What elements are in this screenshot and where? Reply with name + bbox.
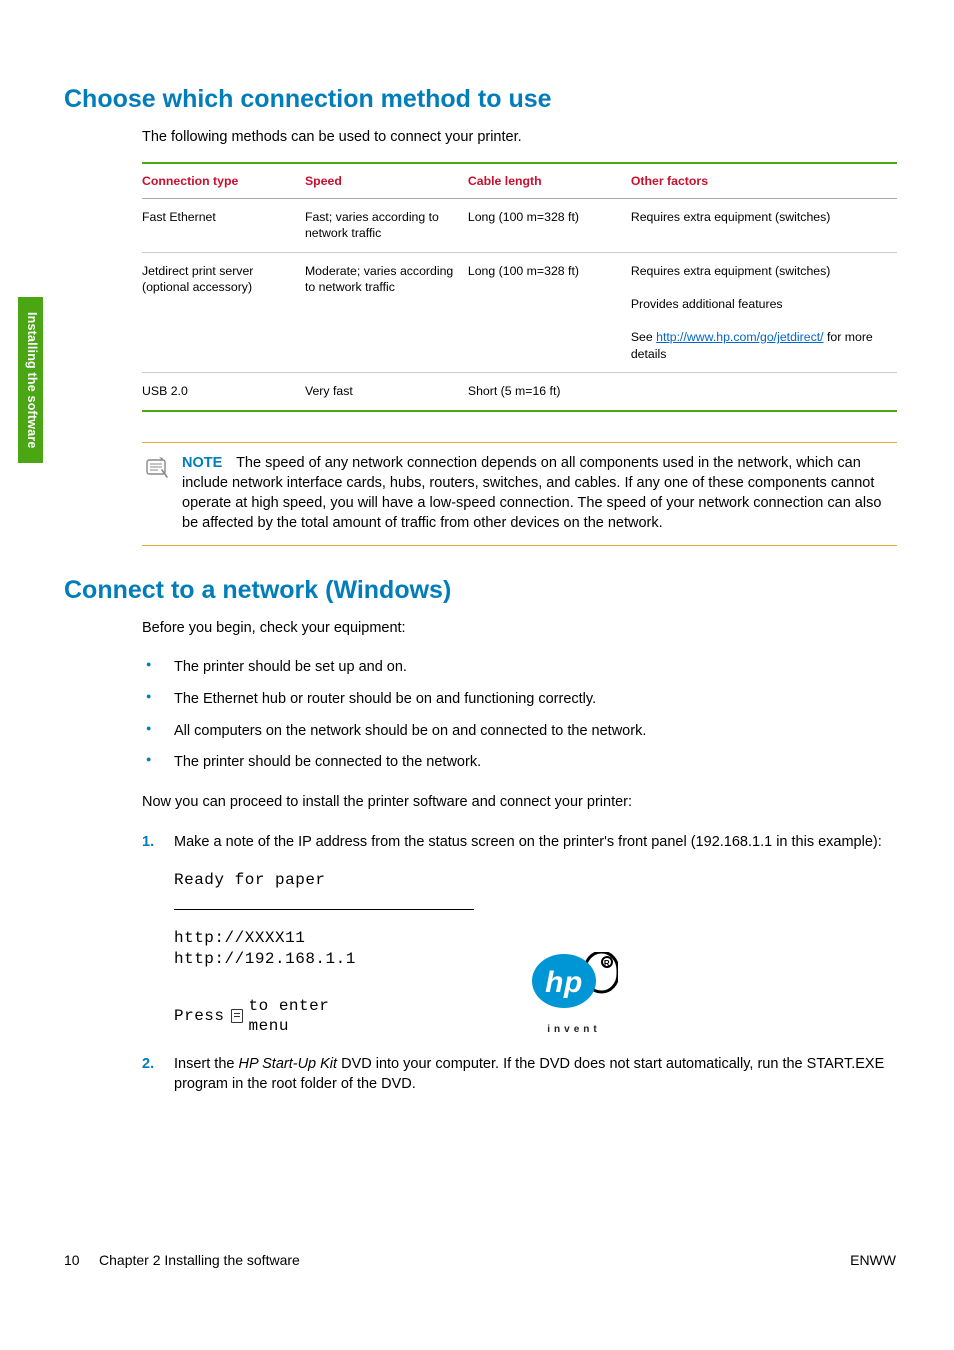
menu-button-icon xyxy=(231,1009,243,1023)
chapter-label: Chapter 2 Installing the software xyxy=(99,1252,300,1268)
table-cell-other: Requires extra equipment (switches)Provi… xyxy=(631,252,897,373)
table-cell-other: Requires extra equipment (switches) xyxy=(631,198,897,252)
note-label: NOTE xyxy=(182,455,222,471)
table-cell: Very fast xyxy=(305,373,468,411)
proceed-text: Now you can proceed to install the print… xyxy=(142,793,896,813)
table-cell: Long (100 m=328 ft) xyxy=(468,252,631,373)
heading-choose-method: Choose which connection method to use xyxy=(64,85,896,114)
panel-line-host: http://XXXX11 xyxy=(174,928,474,949)
step-1-text: Make a note of the IP address from the s… xyxy=(174,834,882,850)
svg-text:R: R xyxy=(604,959,610,968)
list-item: The printer should be connected to the n… xyxy=(142,747,896,779)
svg-text:hp: hp xyxy=(545,966,583,999)
steps-list: Make a note of the IP address from the s… xyxy=(142,826,896,1099)
table-header-row: Connection type Speed Cable length Other… xyxy=(142,163,897,199)
list-item: The Ethernet hub or router should be on … xyxy=(142,684,896,716)
table-cell: Fast; varies according to network traffi… xyxy=(305,198,468,252)
col-cable-length: Cable length xyxy=(468,163,631,199)
hp-logo-icon: hp R xyxy=(530,952,618,1017)
list-item: All computers on the network should be o… xyxy=(142,716,896,748)
step-2-kit-name: HP Start-Up Kit xyxy=(238,1056,337,1072)
note-text: NOTE The speed of any network connection… xyxy=(182,453,897,533)
panel-press-post: to enter menu xyxy=(249,996,330,1036)
step-2: Insert the HP Start-Up Kit DVD into your… xyxy=(142,1048,896,1100)
table-cell: Fast Ethernet xyxy=(142,198,305,252)
table-cell-other xyxy=(631,373,897,411)
printer-panel-display: Ready for paper http://XXXX11 http://192… xyxy=(174,870,896,1035)
panel-line-ip: http://192.168.1.1 xyxy=(174,949,474,970)
footer-right: ENWW xyxy=(850,1252,896,1268)
table-cell: Long (100 m=328 ft) xyxy=(468,198,631,252)
list-item: The printer should be set up and on. xyxy=(142,652,896,684)
step-1: Make a note of the IP address from the s… xyxy=(142,826,896,1041)
table-row: USB 2.0Very fastShort (5 m=16 ft) xyxy=(142,373,897,411)
intro-connect: Before you begin, check your equipment: xyxy=(142,619,896,639)
panel-press-pre: Press xyxy=(174,1006,225,1026)
page-footer: 10 Chapter 2 Installing the software ENW… xyxy=(64,1252,896,1268)
note-body: The speed of any network connection depe… xyxy=(182,455,881,531)
col-speed: Speed xyxy=(305,163,468,199)
col-other-factors: Other factors xyxy=(631,163,897,199)
jetdirect-link[interactable]: http://www.hp.com/go/jetdirect/ xyxy=(656,330,823,344)
prereq-list: The printer should be set up and on.The … xyxy=(142,652,896,778)
table-row: Jetdirect print server (optional accesso… xyxy=(142,252,897,373)
table-cell: Moderate; varies according to network tr… xyxy=(305,252,468,373)
table-cell: Jetdirect print server (optional accesso… xyxy=(142,252,305,373)
table-cell: USB 2.0 xyxy=(142,373,305,411)
heading-connect-network: Connect to a network (Windows) xyxy=(64,576,896,605)
page-number: 10 xyxy=(64,1252,80,1268)
col-connection-type: Connection type xyxy=(142,163,305,199)
table-cell: Short (5 m=16 ft) xyxy=(468,373,631,411)
connection-table: Connection type Speed Cable length Other… xyxy=(142,162,897,412)
note-icon xyxy=(142,453,182,488)
note-block: NOTE The speed of any network connection… xyxy=(142,442,897,546)
hp-invent-label: invent xyxy=(514,1023,634,1036)
panel-divider xyxy=(174,909,474,910)
intro-choose: The following methods can be used to con… xyxy=(142,128,896,148)
panel-line-ready: Ready for paper xyxy=(174,870,474,891)
table-row: Fast EthernetFast; varies according to n… xyxy=(142,198,897,252)
hp-logo-block: hp R invent xyxy=(514,952,634,1036)
side-tab-installing-software: Installing the software xyxy=(18,297,43,463)
step-2-pre: Insert the xyxy=(174,1056,238,1072)
